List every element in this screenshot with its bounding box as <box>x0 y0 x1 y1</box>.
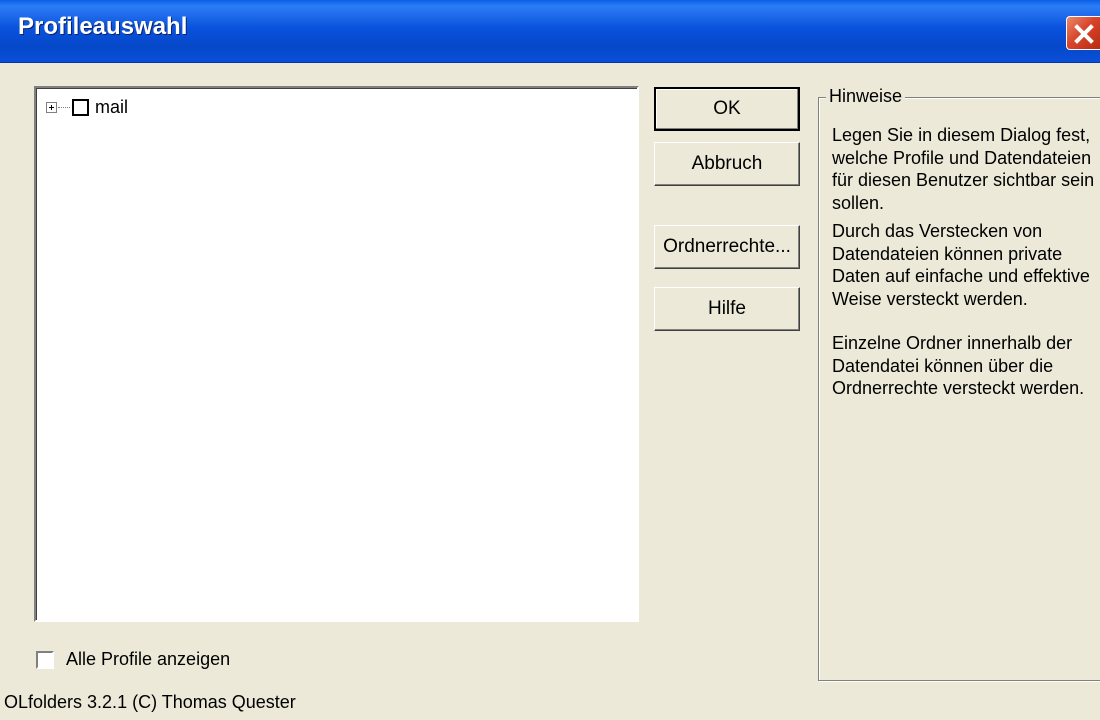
tree-item-checkbox[interactable] <box>72 98 89 116</box>
copyright-footer: OLfolders 3.2.1 (C) Thomas Quester <box>4 692 296 712</box>
expand-icon[interactable] <box>46 101 57 113</box>
hints-text: Legen Sie in diesem Dialog fest, welche … <box>832 124 1100 406</box>
close-button[interactable] <box>1066 16 1100 50</box>
show-all-profiles-checkbox[interactable] <box>36 650 54 669</box>
hints-paragraph-3: Einzelne Ordner innerhalb der Datendatei… <box>832 333 1085 398</box>
hints-title: Hinweise <box>826 86 906 107</box>
profile-tree[interactable]: mail <box>34 86 639 622</box>
hints-paragraph-2: Durch das Verstecken von Datendateien kö… <box>832 221 1090 309</box>
tree-item-mail[interactable]: mail <box>46 96 128 118</box>
tree-connector <box>58 106 70 108</box>
tree-item-label: mail <box>95 96 129 117</box>
ok-button[interactable]: OK <box>654 87 800 131</box>
title-bar: Profileauswahl <box>0 0 1100 63</box>
window-title: Profileauswahl <box>18 13 188 40</box>
show-all-profiles-row[interactable]: Alle Profile anzeigen <box>36 649 230 670</box>
cancel-button[interactable]: Abbruch <box>654 142 800 186</box>
folder-rights-button[interactable]: Ordnerrechte... <box>654 225 800 269</box>
close-icon <box>1074 24 1094 44</box>
help-button[interactable]: Hilfe <box>654 287 800 331</box>
show-all-profiles-label[interactable]: Alle Profile anzeigen <box>66 649 230 670</box>
hints-paragraph-1: Legen Sie in diesem Dialog fest, welche … <box>832 125 1095 213</box>
